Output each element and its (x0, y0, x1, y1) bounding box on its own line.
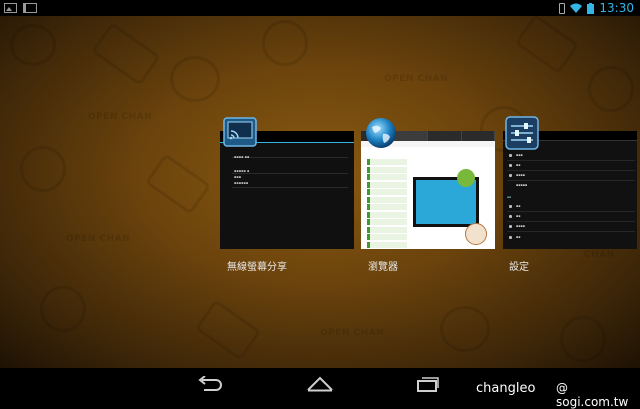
globe-icon (364, 116, 398, 150)
wallpaper-watermark: OPEN CHAN (384, 74, 449, 84)
wallpaper-doodle (170, 56, 220, 102)
wallpaper-doodle (20, 146, 66, 192)
app-label: 無線螢幕分享 (227, 262, 287, 273)
wallpaper-doodle (588, 66, 634, 112)
recents-icon[interactable] (416, 376, 440, 396)
vibrate-icon (559, 2, 566, 14)
wallpaper-doodle (10, 24, 56, 66)
author-watermark: changleo (476, 381, 536, 396)
wallpaper-doodle (560, 316, 606, 362)
wallpaper-doodle (144, 153, 212, 215)
image-notification-icon[interactable] (4, 3, 17, 13)
wallpaper-watermark: OPEN CHAN (320, 328, 385, 338)
wallpaper-doodle (40, 286, 86, 332)
wifi-icon (570, 3, 583, 13)
wallpaper-doodle (514, 16, 580, 75)
wallpaper-doodle (262, 20, 308, 66)
wallpaper-watermark: OPEN CHAN (88, 112, 153, 122)
wallpaper-doodle (440, 306, 490, 352)
navigation-bar (0, 368, 640, 400)
app-label: 設定 (509, 262, 529, 273)
wallpaper-doodle (194, 299, 262, 361)
app-label: 瀏覽器 (368, 262, 398, 273)
settings-sliders-icon (505, 116, 539, 150)
battery-icon (587, 2, 595, 14)
status-bar: 13:30 (0, 0, 640, 16)
screen-notification-icon[interactable] (23, 3, 37, 13)
wallpaper-watermark: OPEN CHAN (66, 234, 131, 244)
status-clock: 13:30 (599, 1, 634, 15)
wireless-display-icon (223, 116, 257, 150)
home-icon[interactable] (306, 376, 334, 396)
site-watermark: @ sogi.com.tw (556, 381, 629, 409)
wallpaper-doodle (91, 22, 161, 86)
back-icon[interactable] (198, 375, 224, 396)
